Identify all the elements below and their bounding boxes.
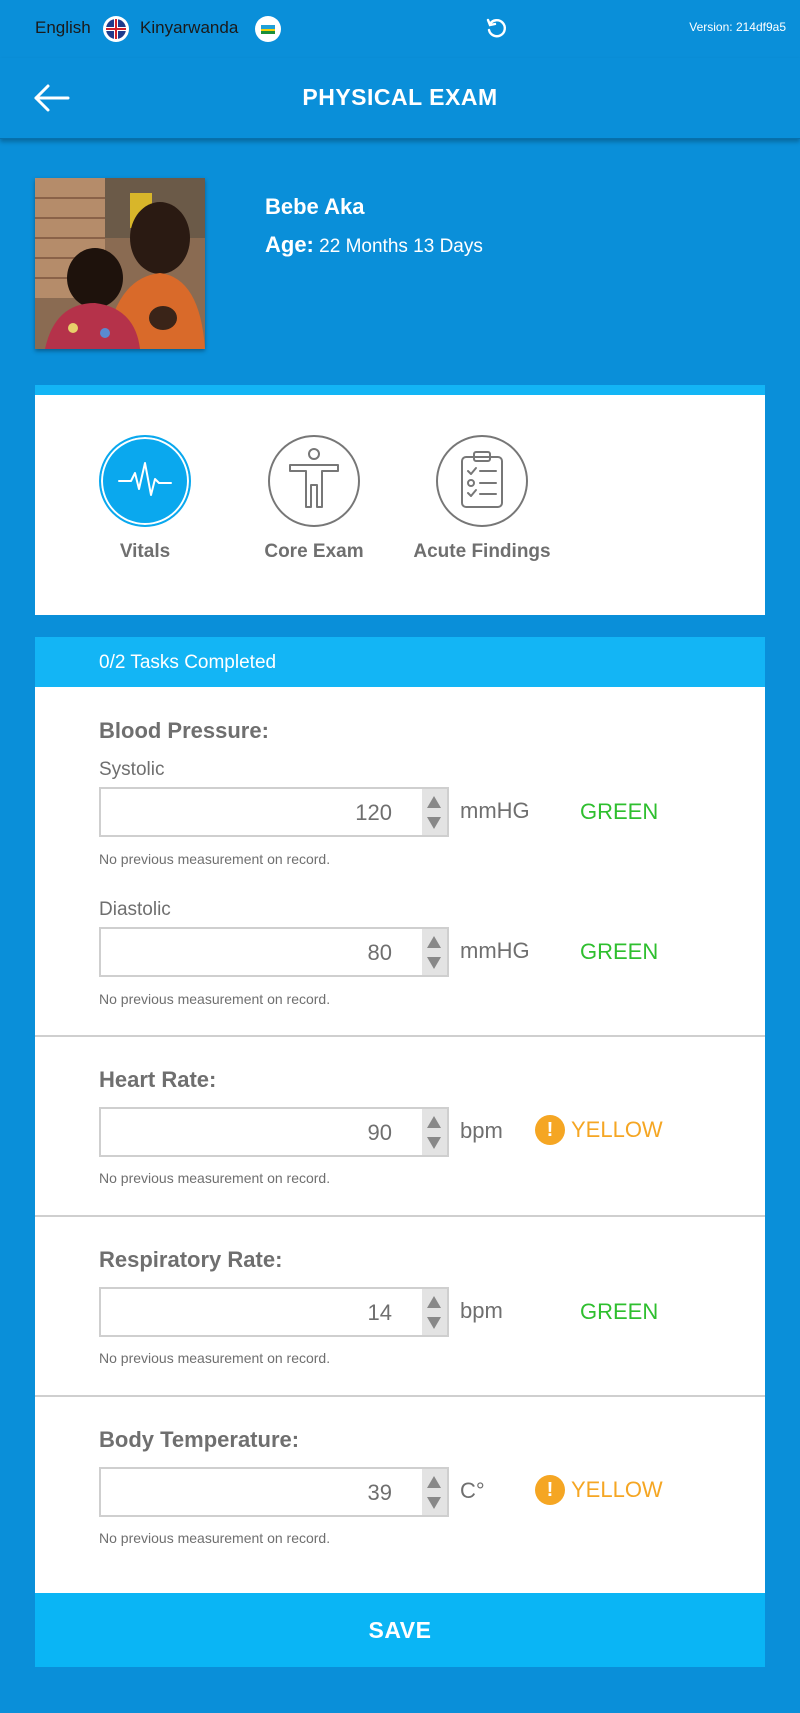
language-english-link[interactable]: English (35, 18, 91, 38)
systolic-label: Systolic (99, 759, 165, 780)
version-label: Version: 214df9a5 (689, 20, 786, 34)
heart-rate-note: No previous measurement on record. (99, 1170, 331, 1186)
heart-rate-title: Heart Rate: (99, 1067, 217, 1092)
rwanda-flag-icon[interactable] (255, 16, 281, 42)
tab-vitals-label: Vitals (119, 541, 171, 562)
tab-acute-findings-circle (436, 435, 528, 527)
stepper-up-icon[interactable] (427, 1476, 441, 1488)
tasks-status: 0/2 Tasks Completed (99, 652, 277, 673)
diastolic-value: 80 (367, 940, 392, 965)
stepper-up-icon[interactable] (427, 936, 441, 948)
age-label: Age: (265, 232, 314, 257)
diastolic-label: Diastolic (99, 899, 171, 920)
systolic-status: GREEN (580, 799, 659, 824)
tab-vitals[interactable]: Vitals (65, 435, 225, 563)
heart-rate-unit: bpm (460, 1118, 503, 1143)
stepper-down-icon[interactable] (427, 1497, 441, 1509)
body-icon (286, 447, 342, 516)
uk-flag-icon[interactable] (103, 16, 129, 42)
body-temperature-unit: C° (460, 1478, 485, 1503)
respiratory-rate-input[interactable]: 14 (99, 1287, 449, 1337)
stepper-down-icon[interactable] (427, 1317, 441, 1329)
body-temperature-title: Body Temperature: (99, 1427, 300, 1452)
respiratory-rate-unit: bpm (460, 1298, 503, 1323)
tab-vitals-circle (99, 435, 191, 527)
body-temperature-status: ! YELLOW (535, 1475, 663, 1505)
diastolic-unit: mmHG (460, 938, 530, 963)
respiratory-rate-stepper[interactable] (422, 1289, 447, 1335)
systolic-stepper[interactable] (422, 789, 447, 835)
stepper-up-icon[interactable] (427, 796, 441, 808)
respiratory-rate-section: Respiratory Rate: 14 bpm GREEN No previo… (35, 1217, 765, 1397)
systolic-value: 120 (355, 800, 392, 825)
patient-name: Bebe Aka (265, 194, 365, 219)
heart-rate-status: ! YELLOW (535, 1115, 663, 1145)
clipboard-icon (458, 449, 506, 514)
refresh-icon[interactable] (484, 16, 508, 40)
patient-photo (35, 178, 205, 349)
diastolic-input[interactable]: 80 (99, 927, 449, 977)
heartbeat-icon (117, 459, 173, 504)
systolic-input[interactable]: 120 (99, 787, 449, 837)
tab-acute-findings-label: Acute Findings (413, 541, 551, 562)
stepper-up-icon[interactable] (427, 1116, 441, 1128)
systolic-note: No previous measurement on record. (99, 851, 331, 867)
tasks-progress-bar: 0/2 Tasks Completed (35, 637, 765, 687)
age-value: 22 Months 13 Days (319, 236, 483, 257)
body-temperature-value: 39 (367, 1480, 392, 1505)
body-temperature-section: Body Temperature: 39 C° ! YELLOW No prev… (35, 1397, 765, 1593)
respiratory-rate-status: GREEN (580, 1299, 659, 1324)
top-bar: English Kinyarwanda Version: 214df9a5 (0, 0, 800, 58)
exam-tabs: Vitals Core Exam Acute Findings (35, 385, 765, 615)
stepper-down-icon[interactable] (427, 817, 441, 829)
blood-pressure-section: Blood Pressure: Systolic 120 mmHG GREEN … (35, 687, 765, 1037)
language-kinyarwanda-link[interactable]: Kinyarwanda (140, 18, 238, 38)
diastolic-status: GREEN (580, 939, 659, 964)
body-temperature-status-label: YELLOW (571, 1477, 663, 1502)
warning-icon: ! (535, 1115, 565, 1145)
vitals-form: Blood Pressure: Systolic 120 mmHG GREEN … (35, 687, 765, 1593)
heart-rate-value: 90 (367, 1120, 392, 1145)
app-header: PHYSICAL EXAM (0, 58, 800, 139)
page-title: PHYSICAL EXAM (302, 84, 498, 110)
warning-icon: ! (535, 1475, 565, 1505)
patient-age: Age: 22 Months 13 Days (265, 232, 483, 258)
tab-acute-findings[interactable]: Acute Findings (402, 435, 562, 563)
save-button[interactable]: SAVE (35, 1593, 765, 1667)
heart-rate-section: Heart Rate: 90 bpm ! YELLOW No previous … (35, 1037, 765, 1217)
heart-rate-input[interactable]: 90 (99, 1107, 449, 1157)
body-temperature-note: No previous measurement on record. (99, 1530, 331, 1546)
stepper-down-icon[interactable] (427, 957, 441, 969)
stepper-up-icon[interactable] (427, 1296, 441, 1308)
respiratory-rate-value: 14 (367, 1300, 392, 1325)
heart-rate-status-label: YELLOW (571, 1117, 663, 1142)
diastolic-stepper[interactable] (422, 929, 447, 975)
blood-pressure-title: Blood Pressure: (99, 718, 269, 743)
diastolic-note: No previous measurement on record. (99, 991, 331, 1007)
tab-core-exam-label: Core Exam (264, 541, 364, 562)
respiratory-rate-title: Respiratory Rate: (99, 1247, 283, 1272)
respiratory-rate-note: No previous measurement on record. (99, 1350, 331, 1366)
body-temperature-stepper[interactable] (422, 1469, 447, 1515)
stepper-down-icon[interactable] (427, 1137, 441, 1149)
heart-rate-stepper[interactable] (422, 1109, 447, 1155)
systolic-unit: mmHG (460, 798, 530, 823)
body-temperature-input[interactable]: 39 (99, 1467, 449, 1517)
tab-core-exam-circle (268, 435, 360, 527)
tab-core-exam[interactable]: Core Exam (234, 435, 394, 563)
